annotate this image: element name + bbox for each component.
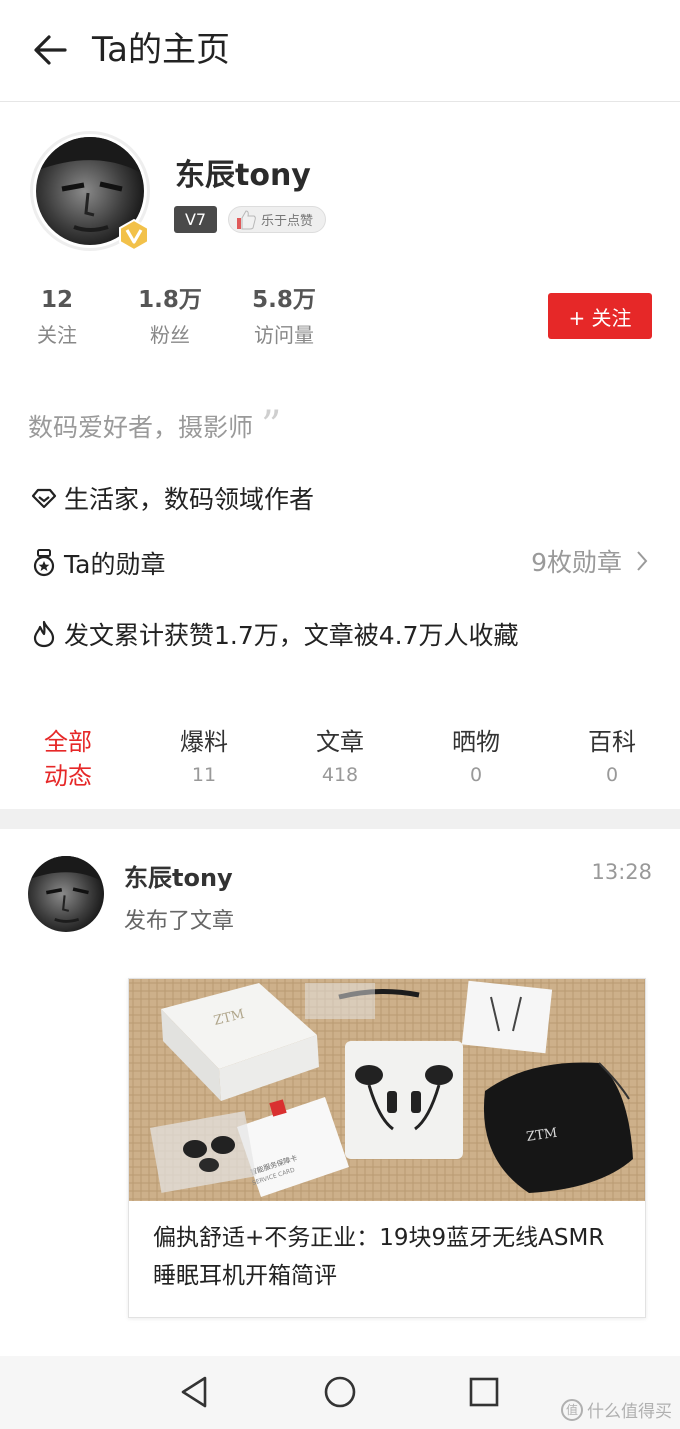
flame-icon bbox=[30, 620, 58, 648]
thumbs-up-icon bbox=[237, 210, 256, 230]
verified-v-icon bbox=[119, 218, 149, 252]
author-title-row: 生活家，数码领域作者 bbox=[30, 480, 314, 516]
medal-count-text: 9枚勋章 bbox=[531, 548, 622, 577]
medal-icon bbox=[30, 549, 58, 577]
tab-deals-count: 11 bbox=[191, 764, 217, 786]
section-divider bbox=[0, 809, 680, 829]
nav-home-button[interactable] bbox=[322, 1374, 358, 1410]
circle-home-icon bbox=[324, 1376, 356, 1408]
stat-fans-label: 粉丝 bbox=[150, 323, 190, 347]
diamond-icon bbox=[30, 484, 58, 512]
triangle-back-icon bbox=[181, 1376, 207, 1408]
medal-row[interactable]: Ta的勋章 bbox=[30, 545, 165, 581]
medal-label: Ta的勋章 bbox=[64, 550, 166, 579]
square-recents-icon bbox=[469, 1377, 499, 1407]
back-button[interactable] bbox=[28, 28, 72, 72]
stat-fans-count: 1.8万 bbox=[138, 287, 202, 313]
tab-articles-count: 418 bbox=[321, 764, 359, 786]
stat-following[interactable]: 12 关注 bbox=[30, 285, 84, 353]
tag-badge-label: 乐于点赞 bbox=[261, 214, 314, 229]
arrow-left-icon bbox=[34, 35, 67, 65]
feed-avatar[interactable] bbox=[28, 856, 104, 932]
tab-all-label-line2: 动态 bbox=[44, 762, 92, 790]
watermark-logo-icon: 值 bbox=[561, 1398, 583, 1421]
stat-visits-label: 访问量 bbox=[254, 323, 314, 347]
profile-username: 东辰tony bbox=[175, 158, 311, 193]
tab-deals-label: 爆料 bbox=[180, 728, 228, 756]
profile-bio: 数码爱好者，摄影师 ” bbox=[28, 403, 282, 449]
stat-following-count: 12 bbox=[40, 287, 73, 313]
level-badge: V7 bbox=[174, 206, 217, 233]
app-header: Ta的主页 bbox=[0, 0, 680, 102]
page-title: Ta的主页 bbox=[92, 30, 230, 70]
tab-all-activity[interactable]: 全部 动态 bbox=[36, 725, 100, 793]
tab-showcase-count: 0 bbox=[469, 764, 483, 786]
watermark-text: 什么值得买 bbox=[587, 1402, 672, 1422]
likes-summary-row: 发文累计获赞1.7万，文章被4.7万人收藏 bbox=[30, 616, 519, 652]
author-title-text: 生活家，数码领域作者 bbox=[64, 485, 315, 514]
tab-all-label-line1: 全部 bbox=[44, 728, 92, 756]
tab-deals[interactable]: 爆料 11 bbox=[164, 725, 244, 791]
chevron-right-icon bbox=[637, 551, 648, 571]
tab-wiki-count: 0 bbox=[605, 764, 619, 786]
stat-visits-count: 5.8万 bbox=[252, 287, 316, 313]
feed-timestamp: 13:28 bbox=[591, 860, 652, 884]
medal-count-link[interactable]: 9枚勋章 bbox=[531, 543, 648, 579]
feed-action-text: 发布了文章 bbox=[124, 909, 235, 934]
bio-text: 数码爱好者，摄影师 bbox=[28, 413, 254, 442]
likes-summary-text: 发文累计获赞1.7万，文章被4.7万人收藏 bbox=[64, 621, 519, 650]
tab-wiki-label: 百科 bbox=[588, 728, 636, 756]
tab-articles-label: 文章 bbox=[316, 728, 364, 756]
quote-mark-icon: ” bbox=[261, 403, 282, 449]
stat-following-label: 关注 bbox=[37, 323, 77, 347]
profile-avatar[interactable] bbox=[30, 131, 150, 252]
feed-author-name[interactable]: 东辰tony bbox=[124, 858, 233, 893]
tab-articles[interactable]: 文章 418 bbox=[300, 725, 380, 791]
nav-back-button[interactable] bbox=[176, 1374, 212, 1410]
stat-fans[interactable]: 1.8万 粉丝 bbox=[134, 285, 206, 353]
tab-showcase-label: 晒物 bbox=[452, 728, 500, 756]
follow-button[interactable]: + 关注 bbox=[548, 293, 652, 339]
article-title: 偏执舒适+不务正业：19块9蓝牙无线ASMR睡眠耳机开箱简评 bbox=[153, 1225, 605, 1289]
tab-wiki[interactable]: 百科 0 bbox=[572, 725, 652, 791]
nav-recents-button[interactable] bbox=[466, 1374, 502, 1410]
article-card[interactable]: ZTM ZTM 智能服务保障卡 SERVICE CARD 偏执舒适+不务正业：1… bbox=[128, 978, 646, 1318]
like-tag-badge: 乐于点赞 bbox=[228, 206, 327, 233]
tab-showcase[interactable]: 晒物 0 bbox=[436, 725, 516, 791]
stat-visits: 5.8万 访问量 bbox=[246, 285, 322, 353]
article-cover-image: ZTM ZTM 智能服务保障卡 SERVICE CARD bbox=[129, 979, 645, 1201]
site-watermark: 值 什么值得买 bbox=[561, 1397, 672, 1422]
